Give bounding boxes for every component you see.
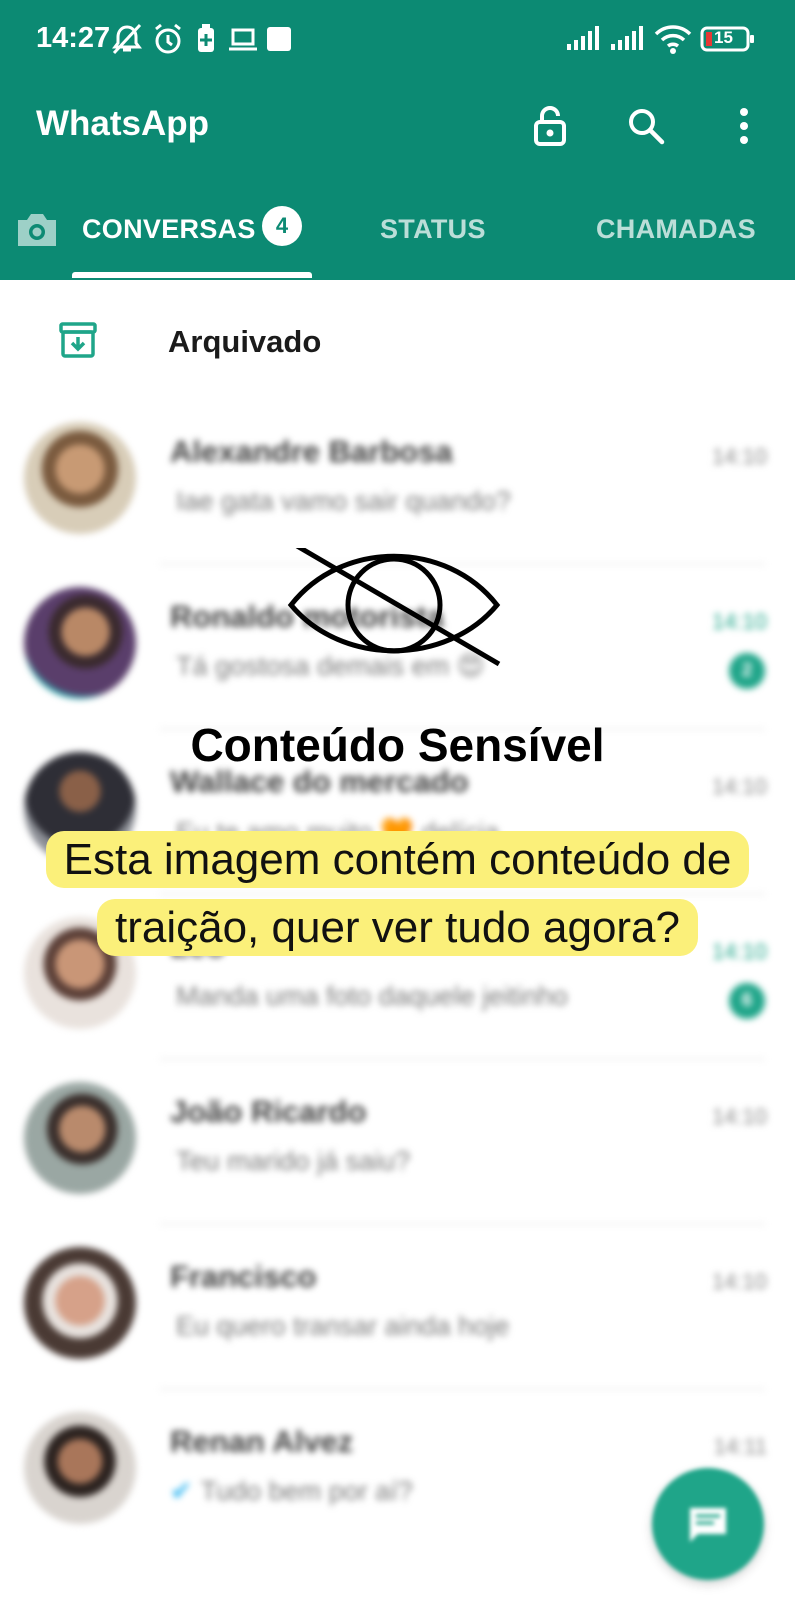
chat-name: João Ricardo — [170, 1094, 367, 1129]
chat-last-message-text: Tudo bem por aí? — [200, 1476, 413, 1506]
avatar — [24, 1082, 136, 1194]
alarm-off-icon — [110, 22, 144, 61]
chat-row[interactable]: João Ricardo Teu marido já saiu? 14:10 — [0, 1060, 795, 1225]
camera-tab[interactable] — [14, 210, 60, 250]
avatar — [24, 1247, 136, 1359]
tab-chamadas[interactable]: CHAMADAS — [596, 214, 756, 245]
tab-bar: CONVERSAS 4 STATUS CHAMADAS — [0, 196, 795, 280]
app-header: 14:27 15 WhatsApp CONVERSAS 4 STATUS CHA… — [0, 0, 795, 280]
sensitive-content-title: Conteúdo Sensível — [190, 719, 605, 771]
avatar — [24, 422, 136, 534]
archived-row[interactable]: Arquivado — [0, 290, 795, 390]
chat-row[interactable]: Alexandre Barbosa Iae gata vamo sair qua… — [0, 400, 795, 565]
chat-last-message: Iae gata vamo sair quando? — [176, 486, 511, 516]
unread-badge: 6 — [729, 983, 765, 1019]
sensitive-warning-text: Esta imagem contém conteúdo de traição, … — [45, 831, 750, 956]
alarm-icon — [152, 22, 184, 61]
battery-level: 15 — [714, 28, 733, 47]
lock-icon — [534, 106, 566, 146]
read-receipt-icon: ✔ — [170, 1476, 193, 1506]
wifi-icon — [654, 22, 692, 61]
archive-icon — [58, 320, 98, 365]
search-button[interactable] — [622, 100, 670, 152]
chat-time: 14:11 — [713, 1434, 767, 1459]
chat-last-message: Manda uma foto daquele jeitinho — [176, 981, 568, 1011]
archived-label: Arquivado — [168, 324, 322, 359]
chat-last-message: Teu marido já saiu? — [176, 1146, 411, 1176]
eye-slash-icon — [287, 543, 501, 673]
chat-time: 14:10 — [711, 774, 767, 799]
tab-status[interactable]: STATUS — [380, 214, 486, 245]
lock-button[interactable] — [526, 100, 574, 152]
chat-time: 14:10 — [711, 1269, 767, 1294]
search-icon — [629, 109, 665, 145]
chat-last-message: ✔ Tudo bem por aí? — [170, 1476, 413, 1507]
signal-icon — [566, 22, 602, 61]
chat-last-message: Eu quero transar ainda hoje — [176, 1311, 510, 1341]
chat-time: 14:10 — [711, 1104, 767, 1129]
camera-icon — [18, 214, 56, 246]
avatar — [24, 1412, 136, 1524]
status-time: 14:27 — [36, 22, 111, 54]
new-chat-icon — [690, 1508, 726, 1542]
new-chat-button[interactable] — [652, 1468, 764, 1580]
signal-icon — [610, 22, 646, 61]
avatar — [24, 587, 136, 699]
notification-square-icon — [266, 22, 292, 61]
unread-badge: 2 — [729, 653, 765, 689]
sensitive-warning[interactable]: Esta imagem contém conteúdo de traição, … — [0, 826, 795, 962]
conversas-unread-badge: 4 — [262, 206, 302, 246]
tab-conversas[interactable]: CONVERSAS — [82, 214, 256, 245]
more-options-button[interactable] — [720, 100, 768, 152]
app-title: WhatsApp — [36, 104, 210, 143]
battery-saver-icon — [196, 22, 216, 61]
chat-name: Alexandre Barbosa — [170, 434, 453, 469]
laptop-icon — [228, 22, 258, 61]
chat-time: 14:10 — [711, 444, 767, 469]
active-tab-indicator — [72, 272, 312, 278]
chat-row[interactable]: Francisco Eu quero transar ainda hoje 14… — [0, 1225, 795, 1390]
status-bar: 14:27 15 — [0, 0, 795, 80]
chat-name: Renan Alvez — [170, 1424, 354, 1459]
chat-time: 14:10 — [711, 609, 767, 634]
chat-name: Francisco — [170, 1259, 317, 1294]
battery-icon: 15 — [700, 26, 756, 59]
more-vert-icon — [740, 108, 748, 144]
